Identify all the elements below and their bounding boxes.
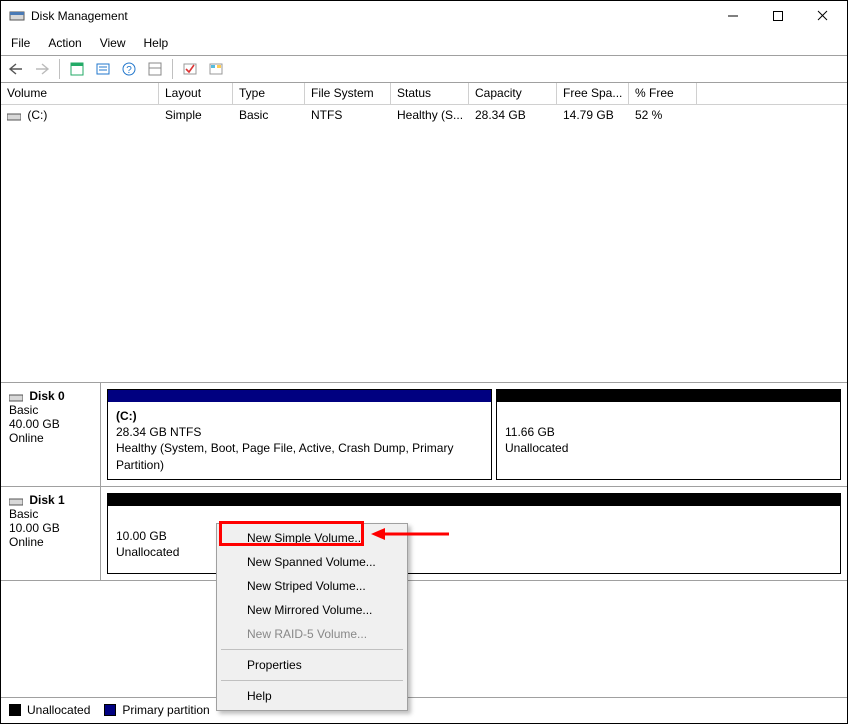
ctx-properties[interactable]: Properties xyxy=(219,653,405,677)
cell-pctfree: 52 % xyxy=(629,106,697,124)
cell-layout: Simple xyxy=(159,106,233,124)
disk-row-1: Disk 1 Basic 10.00 GB Online 10.00 GB Un… xyxy=(1,487,847,581)
disk1-info[interactable]: Disk 1 Basic 10.00 GB Online xyxy=(1,487,101,580)
disk0-info[interactable]: Disk 0 Basic 40.00 GB Online xyxy=(1,383,101,486)
disk0-name: Disk 0 xyxy=(29,389,64,403)
cell-volume: (C:) xyxy=(1,106,159,124)
context-menu: New Simple Volume... New Spanned Volume.… xyxy=(216,523,408,711)
toolbar-icon-1[interactable] xyxy=(66,58,88,80)
disk0-p1-line2: Unallocated xyxy=(505,441,568,455)
disk1-p0-line1: 10.00 GB xyxy=(116,529,167,543)
disk0-type: Basic xyxy=(9,403,38,417)
volume-row[interactable]: (C:) Simple Basic NTFS Healthy (S... 28.… xyxy=(1,105,847,125)
minimize-button[interactable] xyxy=(710,1,755,30)
menu-bar: File Action View Help xyxy=(1,31,847,55)
toolbar-icon-2[interactable] xyxy=(92,58,114,80)
ctx-new-simple-volume[interactable]: New Simple Volume... xyxy=(219,526,405,550)
disk0-p0-label: (C:) xyxy=(116,409,137,423)
legend-bar: Unallocated Primary partition xyxy=(1,697,847,721)
ctx-help[interactable]: Help xyxy=(219,684,405,708)
disk0-p0-line2: Healthy (System, Boot, Page File, Active… xyxy=(116,441,453,471)
header-type[interactable]: Type xyxy=(233,83,305,104)
partition-color-bar xyxy=(108,390,491,402)
maximize-button[interactable] xyxy=(755,1,800,30)
toolbar-icon-4[interactable] xyxy=(144,58,166,80)
legend-swatch-primary xyxy=(104,704,116,716)
disk0-p1-line1: 11.66 GB xyxy=(505,425,555,439)
toolbar: ? xyxy=(1,55,847,83)
disk0-unallocated[interactable]: 11.66 GB Unallocated xyxy=(496,389,841,480)
toolbar-icon-6[interactable] xyxy=(205,58,227,80)
ctx-separator xyxy=(221,680,403,681)
ctx-new-striped-volume[interactable]: New Striped Volume... xyxy=(219,574,405,598)
disk1-p0-line2: Unallocated xyxy=(116,545,179,559)
column-headers: Volume Layout Type File System Status Ca… xyxy=(1,83,847,105)
disk-icon xyxy=(9,392,23,402)
svg-text:?: ? xyxy=(126,65,132,76)
window-title: Disk Management xyxy=(31,9,710,23)
legend-primary: Primary partition xyxy=(122,703,209,717)
ctx-new-mirrored-volume[interactable]: New Mirrored Volume... xyxy=(219,598,405,622)
header-status[interactable]: Status xyxy=(391,83,469,104)
app-icon xyxy=(9,8,25,24)
legend-unallocated: Unallocated xyxy=(27,703,90,717)
header-volume[interactable]: Volume xyxy=(1,83,159,104)
disk1-type: Basic xyxy=(9,507,38,521)
ctx-separator xyxy=(221,649,403,650)
disk0-state: Online xyxy=(9,431,44,445)
toolbar-separator xyxy=(59,59,60,79)
ctx-new-raid5-volume: New RAID-5 Volume... xyxy=(219,622,405,646)
cell-type: Basic xyxy=(233,106,305,124)
header-capacity[interactable]: Capacity xyxy=(469,83,557,104)
volume-list-pane: Volume Layout Type File System Status Ca… xyxy=(1,83,847,383)
header-freespace[interactable]: Free Spa... xyxy=(557,83,629,104)
cell-capacity: 28.34 GB xyxy=(469,106,557,124)
header-filesystem[interactable]: File System xyxy=(305,83,391,104)
menu-help[interactable]: Help xyxy=(136,33,177,53)
header-layout[interactable]: Layout xyxy=(159,83,233,104)
cell-status: Healthy (S... xyxy=(391,106,469,124)
cell-volume-text: (C:) xyxy=(27,108,47,122)
cell-fs: NTFS xyxy=(305,106,391,124)
menu-file[interactable]: File xyxy=(3,33,38,53)
disk-icon xyxy=(9,496,23,506)
forward-button[interactable] xyxy=(31,58,53,80)
menu-action[interactable]: Action xyxy=(40,33,89,53)
help-icon[interactable]: ? xyxy=(118,58,140,80)
disk-row-0: Disk 0 Basic 40.00 GB Online (C:) 28.34 … xyxy=(1,383,847,487)
toolbar-icon-5[interactable] xyxy=(179,58,201,80)
disk1-state: Online xyxy=(9,535,44,549)
legend-swatch-unallocated xyxy=(9,704,21,716)
menu-view[interactable]: View xyxy=(92,33,134,53)
partition-color-bar xyxy=(108,494,840,506)
disk1-size: 10.00 GB xyxy=(9,521,60,535)
partition-color-bar xyxy=(497,390,840,402)
back-button[interactable] xyxy=(5,58,27,80)
title-bar: Disk Management xyxy=(1,1,847,31)
disk0-size: 40.00 GB xyxy=(9,417,60,431)
disk0-partition-c[interactable]: (C:) 28.34 GB NTFS Healthy (System, Boot… xyxy=(107,389,492,480)
header-pctfree[interactable]: % Free xyxy=(629,83,697,104)
disk-graphical-pane: Disk 0 Basic 40.00 GB Online (C:) 28.34 … xyxy=(1,383,847,721)
ctx-new-spanned-volume[interactable]: New Spanned Volume... xyxy=(219,550,405,574)
toolbar-separator xyxy=(172,59,173,79)
disk1-name: Disk 1 xyxy=(29,493,64,507)
disk0-p0-line1: 28.34 GB NTFS xyxy=(116,425,201,439)
drive-icon xyxy=(7,111,21,121)
close-button[interactable] xyxy=(800,1,845,30)
cell-free: 14.79 GB xyxy=(557,106,629,124)
